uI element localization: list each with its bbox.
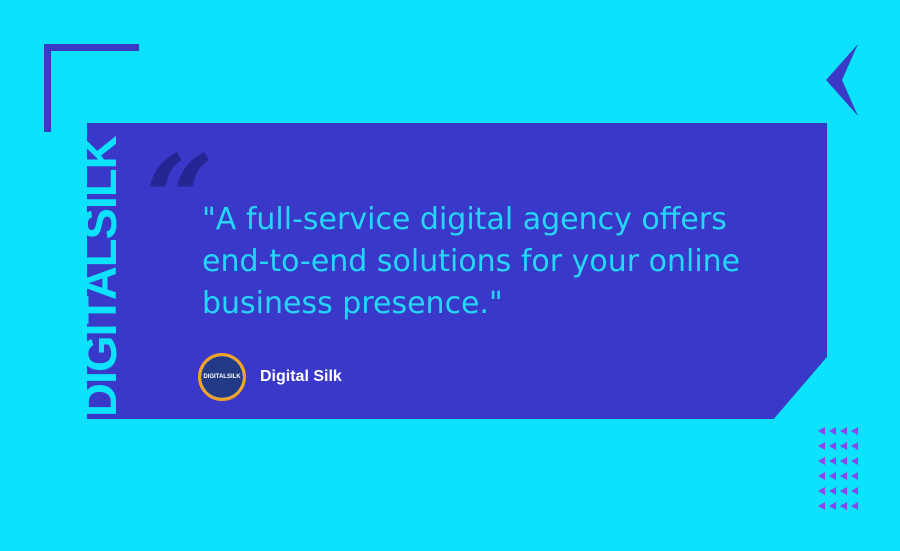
triangle-dot xyxy=(818,442,825,450)
triangle-dot xyxy=(851,487,858,495)
triangle-dot xyxy=(840,442,847,450)
triangle-dot xyxy=(818,427,825,435)
triangle-dot xyxy=(829,457,836,465)
triangle-dot xyxy=(840,487,847,495)
triangle-dot xyxy=(829,487,836,495)
triangle-dot xyxy=(818,487,825,495)
triangle-pattern-icon xyxy=(818,427,858,510)
triangle-dot xyxy=(818,472,825,480)
triangle-dot xyxy=(851,472,858,480)
triangle-dot xyxy=(840,502,847,510)
triangle-dot xyxy=(851,442,858,450)
author-name: Digital Silk xyxy=(260,368,342,385)
corner-bracket-icon xyxy=(44,44,139,132)
triangle-dot xyxy=(851,502,858,510)
triangle-dot xyxy=(818,457,825,465)
avatar: DIGITALSILK xyxy=(198,353,246,401)
quote-text: "A full-service digital agency offers en… xyxy=(202,202,741,321)
brand-vertical-logo: DIGITALSILK xyxy=(73,136,126,417)
triangle-dot xyxy=(840,457,847,465)
triangle-dot xyxy=(829,502,836,510)
triangle-dot xyxy=(818,502,825,510)
triangle-dot xyxy=(829,442,836,450)
triangle-dot xyxy=(840,427,847,435)
triangle-dot xyxy=(851,457,858,465)
triangle-dot xyxy=(851,427,858,435)
triangle-dot xyxy=(829,472,836,480)
chevron-left-icon xyxy=(826,44,858,116)
triangle-dot xyxy=(829,427,836,435)
triangle-dot xyxy=(840,472,847,480)
avatar-logo: DIGITALSILK xyxy=(201,356,243,398)
author: DIGITALSILK Digital Silk xyxy=(198,350,342,404)
